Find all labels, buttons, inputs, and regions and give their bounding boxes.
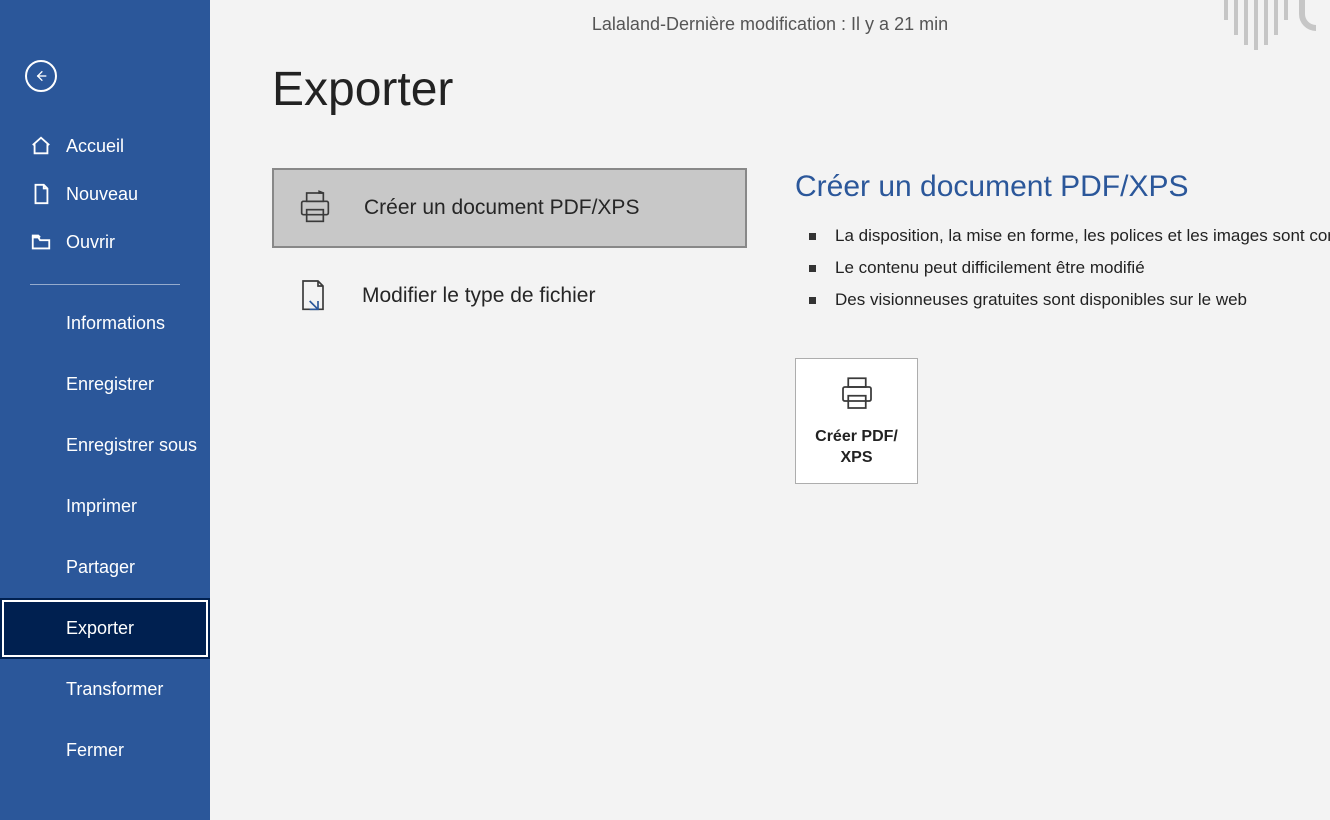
create-button-label: Créer PDF/XPS <box>815 427 898 469</box>
details-bullet: La disposition, la mise en forme, les po… <box>795 226 1330 246</box>
option-change-file-type[interactable]: Modifier le type de fichier <box>272 256 747 336</box>
change-file-type-icon <box>288 271 338 321</box>
sidebar-item-close[interactable]: Fermer <box>0 720 210 781</box>
create-pdf-xps-button[interactable]: Créer PDF/XPS <box>795 358 918 484</box>
export-details-column: Créer un document PDF/XPS La disposition… <box>745 0 1330 820</box>
export-options-column: Créer un document PDF/XPS Modifier le ty… <box>210 0 745 820</box>
option-label: Modifier le type de fichier <box>362 284 595 308</box>
sidebar-item-new[interactable]: Nouveau <box>0 170 210 218</box>
decorative-artwork <box>1220 0 1330 65</box>
sidebar-item-label: Informations <box>66 313 165 334</box>
sidebar-item-print[interactable]: Imprimer <box>0 476 210 537</box>
sidebar-item-label: Enregistrer <box>66 374 154 395</box>
sidebar-item-label: Fermer <box>66 740 124 761</box>
page-title: Exporter <box>272 62 453 117</box>
sidebar-item-save[interactable]: Enregistrer <box>0 354 210 415</box>
open-folder-icon <box>30 231 52 253</box>
sidebar-item-info[interactable]: Informations <box>0 293 210 354</box>
option-create-pdf-xps[interactable]: Créer un document PDF/XPS <box>272 168 747 248</box>
sidebar-item-label: Ouvrir <box>66 232 115 253</box>
sidebar-item-label: Accueil <box>66 136 124 157</box>
printer-icon <box>290 183 340 233</box>
details-bullet: Des visionneuses gratuites sont disponib… <box>795 290 1330 310</box>
sidebar-item-label: Transformer <box>66 679 163 700</box>
new-document-icon <box>30 183 52 205</box>
sidebar-divider <box>30 284 180 285</box>
arrow-left-icon <box>33 68 49 84</box>
sidebar-item-open[interactable]: Ouvrir <box>0 218 210 266</box>
sidebar-item-saveas[interactable]: Enregistrer sous <box>0 415 210 476</box>
sidebar-item-share[interactable]: Partager <box>0 537 210 598</box>
sidebar-item-home[interactable]: Accueil <box>0 122 210 170</box>
details-bullet-list: La disposition, la mise en forme, les po… <box>795 226 1330 310</box>
sidebar-item-label: Nouveau <box>66 184 138 205</box>
sidebar-item-label: Imprimer <box>66 496 137 517</box>
backstage-sidebar: Accueil Nouveau Ouvrir Informations Enre… <box>0 0 210 820</box>
sidebar-item-label: Exporter <box>66 618 134 639</box>
sidebar-item-label: Enregistrer sous <box>66 435 197 456</box>
home-icon <box>30 135 52 157</box>
details-bullet: Le contenu peut difficilement être modif… <box>795 258 1330 278</box>
back-button[interactable] <box>25 60 57 92</box>
option-label: Créer un document PDF/XPS <box>364 196 639 220</box>
main-content: Créer un document PDF/XPS Modifier le ty… <box>210 0 1330 820</box>
details-title: Créer un document PDF/XPS <box>795 170 1330 204</box>
sidebar-item-label: Partager <box>66 557 135 578</box>
sidebar-item-export[interactable]: Exporter <box>0 598 210 659</box>
sidebar-item-transform[interactable]: Transformer <box>0 659 210 720</box>
printer-icon <box>836 373 878 415</box>
